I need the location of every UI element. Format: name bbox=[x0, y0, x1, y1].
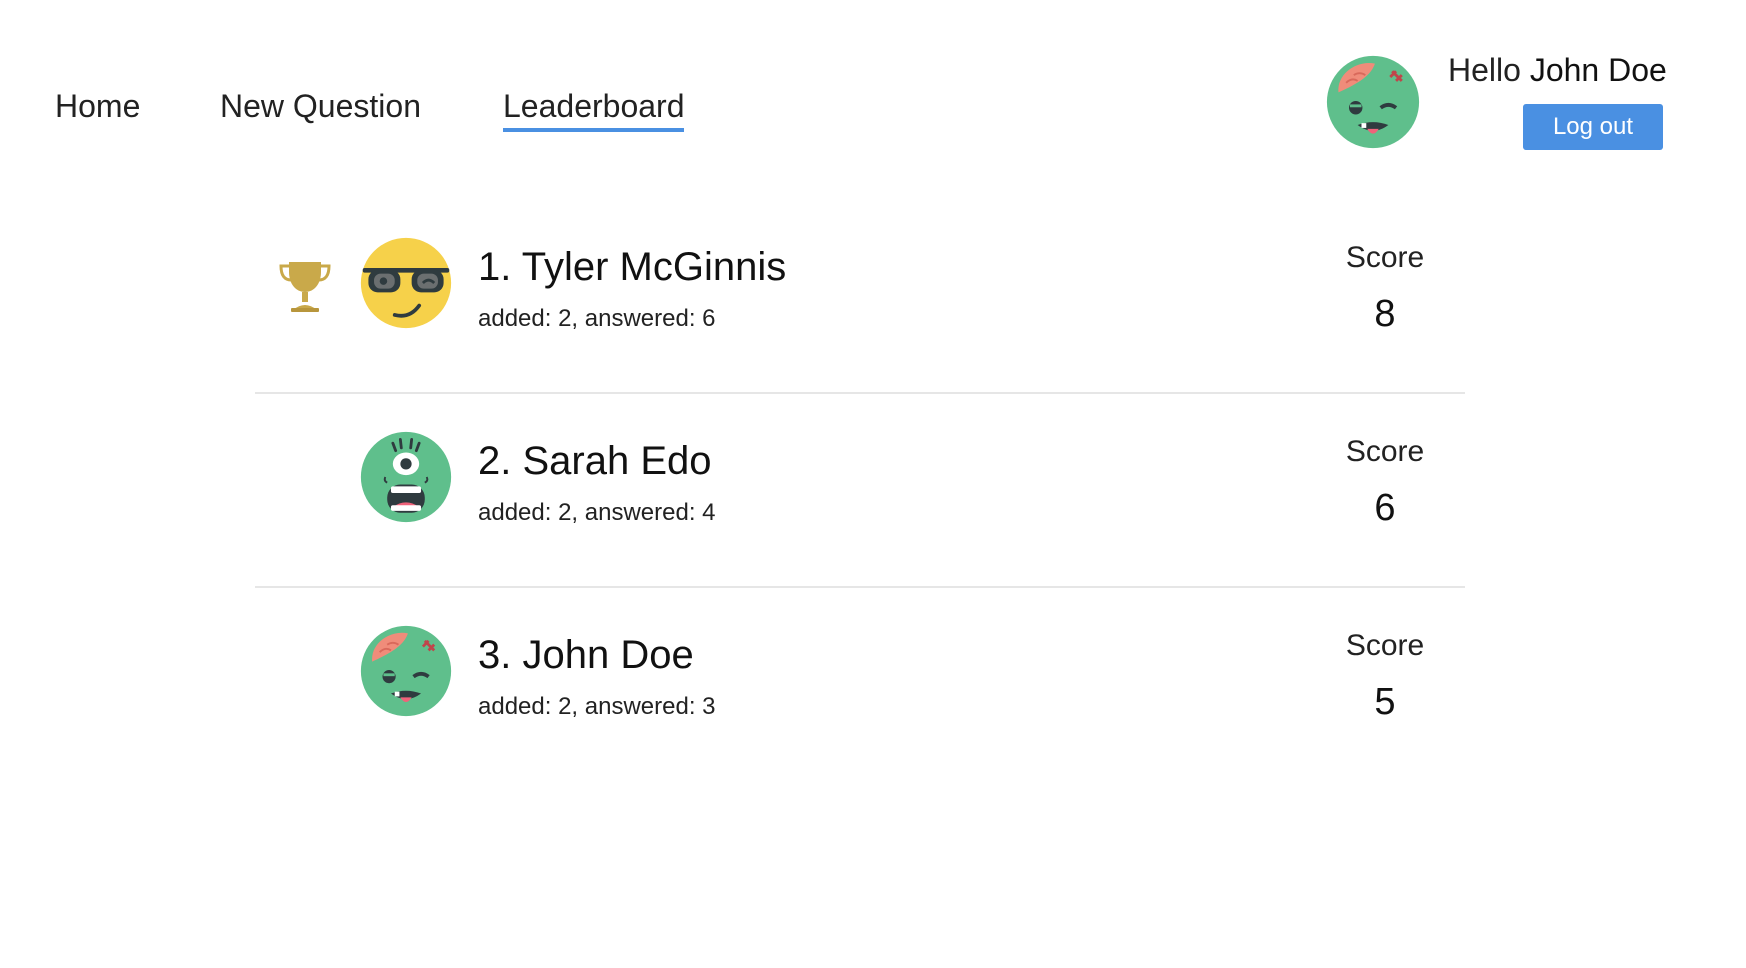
score-value: 8 bbox=[1374, 293, 1396, 335]
score-label: Score bbox=[1345, 629, 1425, 662]
cyclops-monster-icon bbox=[359, 430, 453, 524]
nav-link-new-question[interactable]: New Question bbox=[220, 86, 421, 126]
player-name: 1. Tyler McGinnis bbox=[478, 245, 787, 289]
user-greeting: Hello John Doe bbox=[1448, 50, 1667, 90]
player-name: 3. John Doe bbox=[478, 633, 694, 677]
nav-link-home[interactable]: Home bbox=[55, 86, 140, 126]
score-value: 5 bbox=[1374, 681, 1396, 723]
player-stats: added: 2, answered: 4 bbox=[478, 499, 716, 526]
cool-sunglasses-face-icon bbox=[359, 236, 453, 330]
score-label: Score bbox=[1345, 241, 1425, 274]
leaderboard-list: 1. Tyler McGinnis added: 2, answered: 6 … bbox=[255, 200, 1465, 780]
logout-button[interactable]: Log out bbox=[1523, 104, 1663, 150]
score-label: Score bbox=[1345, 435, 1425, 468]
user-name: John Doe bbox=[1529, 52, 1667, 88]
leaderboard-row: 2. Sarah Edo added: 2, answered: 4 Score… bbox=[255, 394, 1465, 588]
leaderboard-page: Home New Question Leaderboard Hello John… bbox=[0, 0, 1746, 968]
score-value: 6 bbox=[1374, 487, 1396, 529]
nav-link-leaderboard[interactable]: Leaderboard bbox=[503, 86, 685, 132]
player-stats: added: 2, answered: 6 bbox=[478, 305, 716, 332]
player-stats: added: 2, answered: 3 bbox=[478, 693, 716, 720]
player-name: 2. Sarah Edo bbox=[478, 439, 712, 483]
greeting-prefix: Hello bbox=[1448, 52, 1521, 88]
zombie-icon bbox=[1325, 54, 1421, 150]
zombie-icon bbox=[359, 624, 453, 718]
leaderboard-row: 3. John Doe added: 2, answered: 3 Score … bbox=[255, 588, 1465, 780]
trophy-icon bbox=[277, 256, 333, 316]
leaderboard-row: 1. Tyler McGinnis added: 2, answered: 6 … bbox=[255, 200, 1465, 394]
